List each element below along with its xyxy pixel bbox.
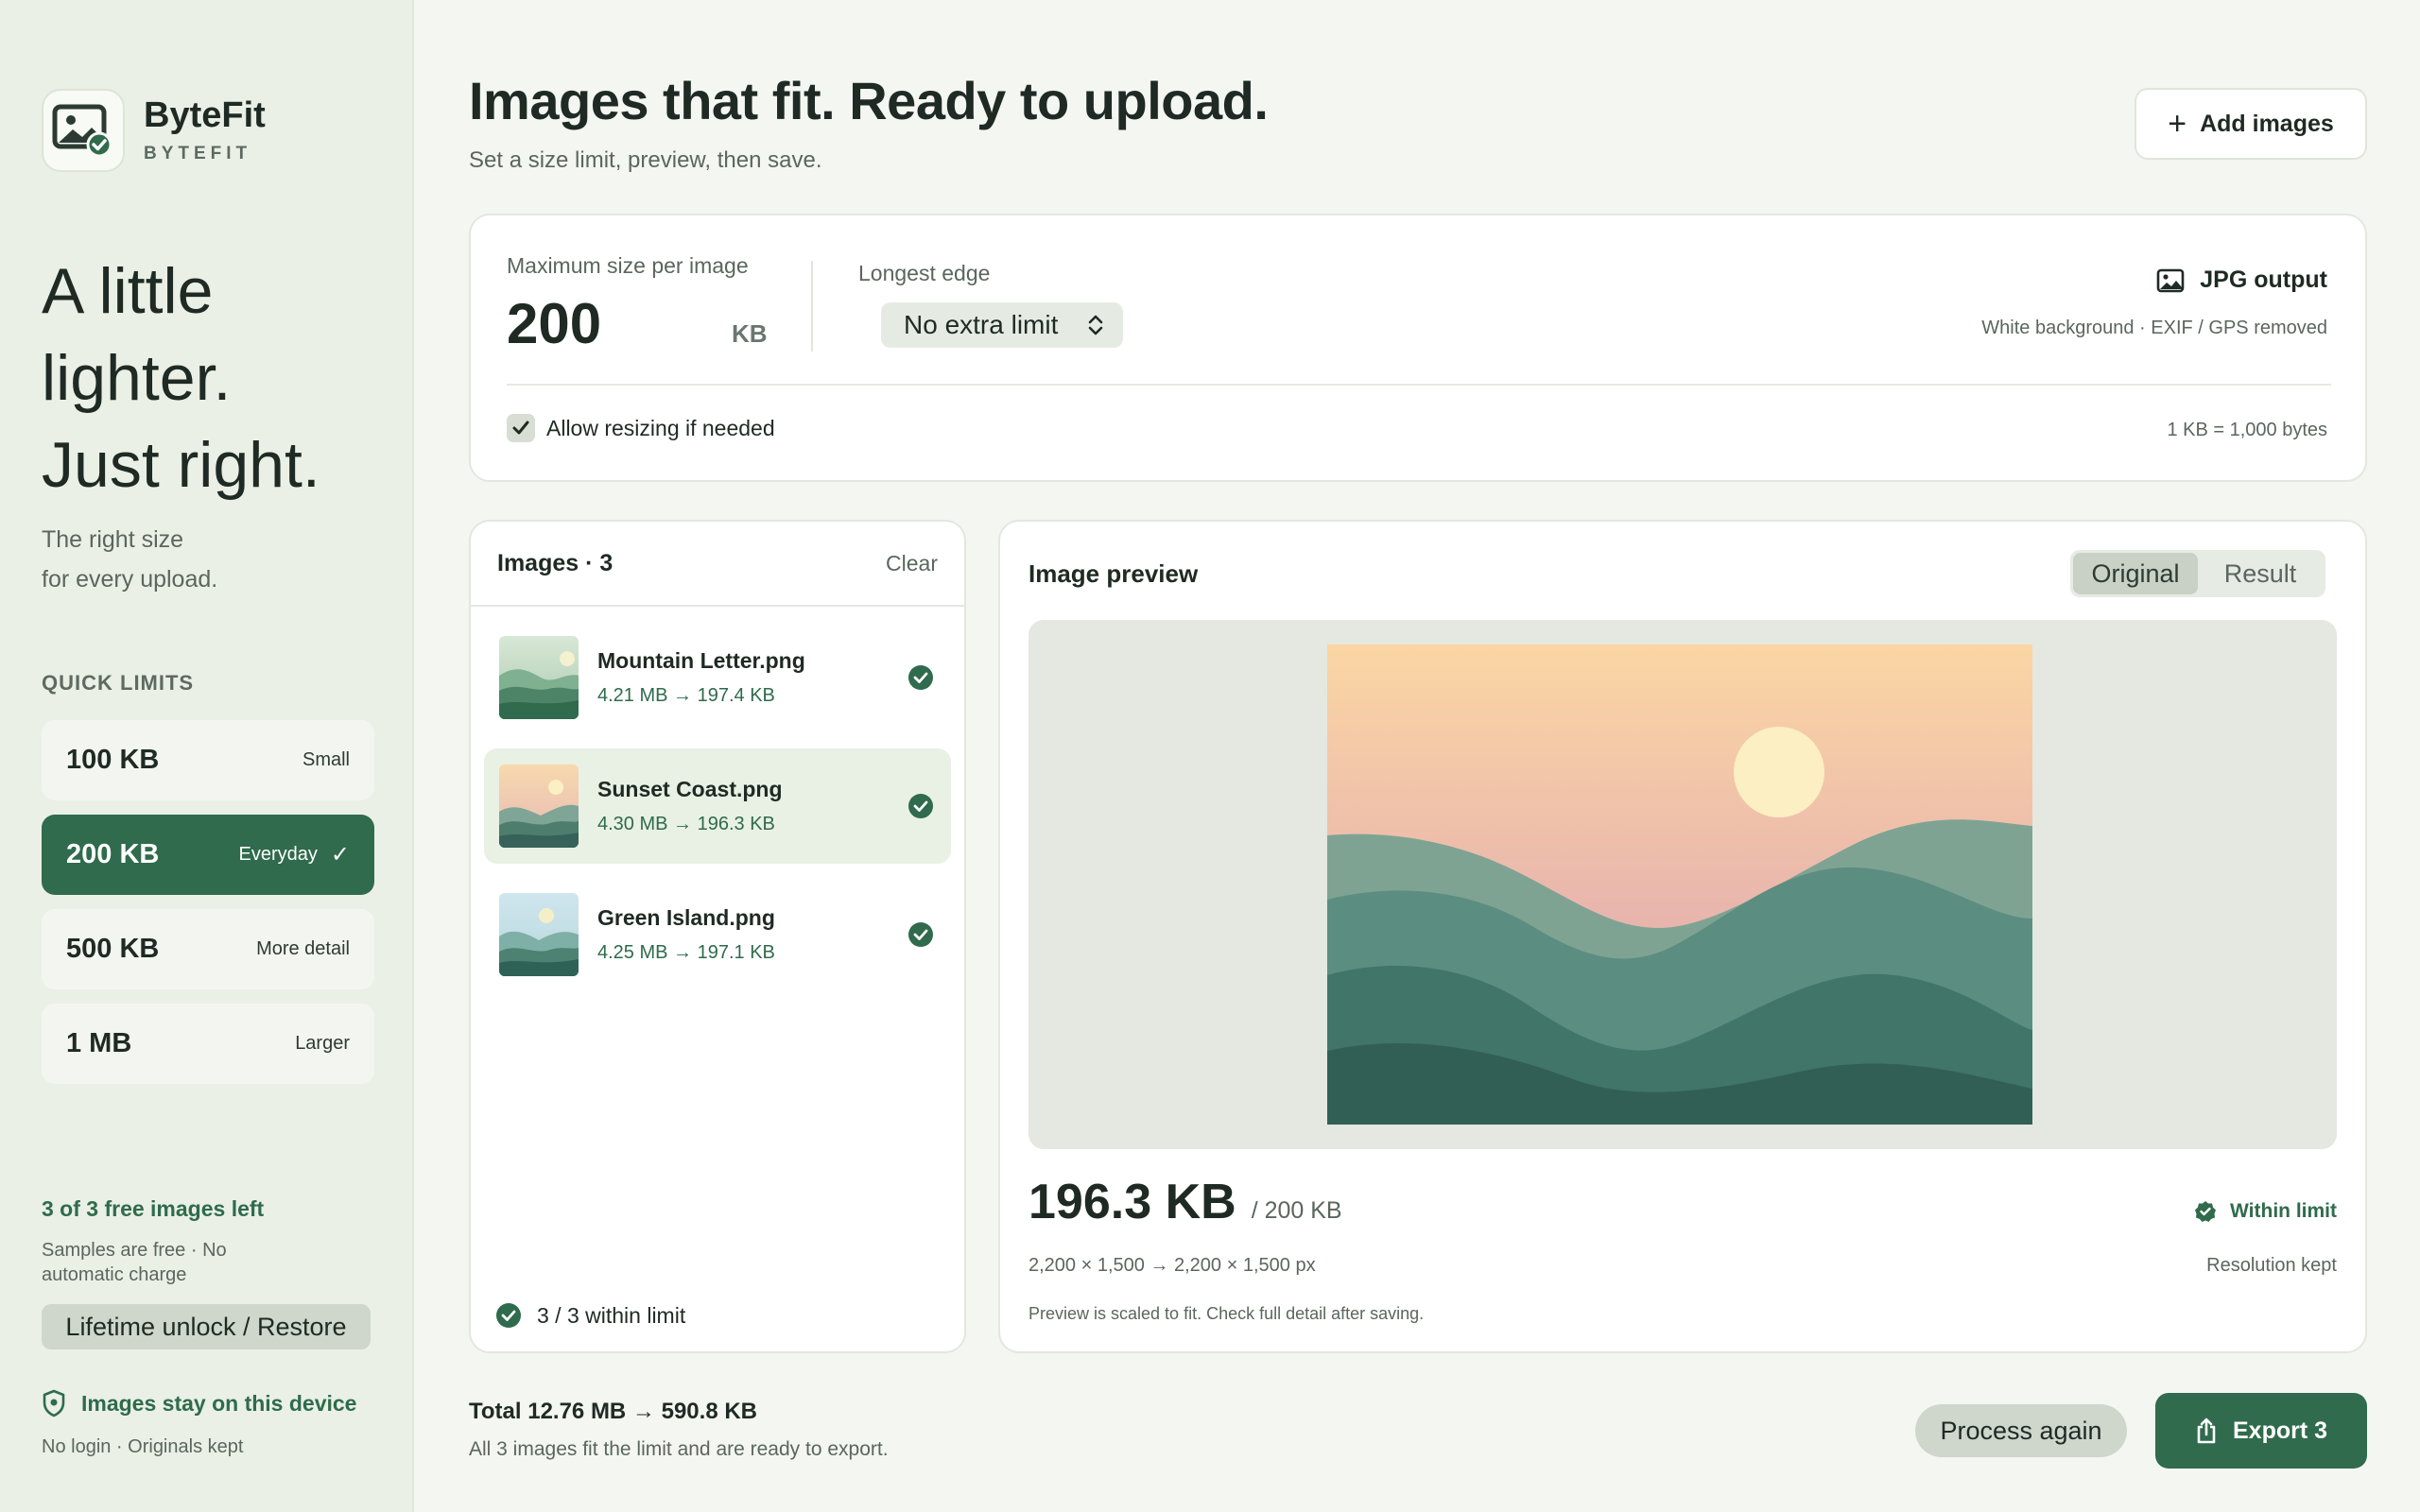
export-label: Export 3 (2232, 1417, 2328, 1444)
divider (507, 384, 2331, 386)
app-name: ByteFit (144, 95, 266, 136)
quick-limit-tag: Everyday (238, 844, 318, 865)
longest-edge-select[interactable]: No extra limit (881, 302, 1123, 348)
kb-definition-note: 1 KB = 1,000 bytes (2167, 420, 2327, 440)
check-circle-icon (908, 665, 933, 690)
privacy-subnote: No login · Originals kept (42, 1436, 244, 1457)
image-file-sizes: 4.21 MB → 197.4 KB (597, 685, 775, 706)
export-button[interactable]: Export 3 (2155, 1393, 2367, 1469)
quick-limit-size: 200 KB (66, 839, 160, 869)
image-icon (2156, 268, 2185, 292)
tab-original[interactable]: Original (2073, 553, 2198, 594)
app-subtitle: BYTEFIT (144, 143, 252, 163)
image-thumbnail (499, 636, 579, 719)
output-format-note: White background · EXIF / GPS removed (1981, 318, 2327, 338)
checkmark-icon: ✓ (330, 842, 350, 868)
image-thumbnail (499, 893, 579, 976)
privacy-note: Images stay on this device (42, 1389, 356, 1418)
output-format: JPG output (2156, 266, 2327, 294)
lifetime-unlock-button[interactable]: Lifetime unlock / Restore (42, 1304, 371, 1349)
page-title: Images that fit. Ready to upload. (469, 71, 1269, 130)
settings-card: Maximum size per image 200 KB Longest ed… (469, 214, 2367, 482)
image-file-name: Mountain Letter.png (597, 648, 805, 673)
image-file-sizes: 4.30 MB → 196.3 KB (597, 814, 775, 834)
preview-panel: Image preview Original Result 196.3 KB /… (998, 520, 2367, 1353)
image-thumbnail (499, 765, 579, 848)
tab-result[interactable]: Result (2198, 553, 2323, 594)
total-size: Total 12.76 MB → 590.8 KB (469, 1399, 757, 1424)
plus-icon: + (2168, 106, 2187, 142)
max-size-unit: KB (732, 319, 768, 348)
output-format-label: JPG output (2200, 266, 2327, 293)
allow-resizing-checkbox[interactable]: Allow resizing if needed (507, 414, 775, 442)
preview-canvas (1028, 620, 2337, 1149)
resolution-status: Resolution kept (2206, 1255, 2337, 1276)
process-again-button[interactable]: Process again (1915, 1404, 2127, 1457)
image-file-name: Sunset Coast.png (597, 777, 783, 801)
images-panel-header: Images · 3 Clear (471, 522, 964, 607)
check-circle-icon (908, 922, 933, 947)
quick-limit-1mb[interactable]: 1 MB Larger (42, 1004, 374, 1084)
quick-limit-size: 500 KB (66, 934, 160, 964)
total-size-note: All 3 images fit the limit and are ready… (469, 1438, 889, 1460)
free-images-left: 3 of 3 free images left (42, 1196, 265, 1221)
image-file-name: Green Island.png (597, 905, 775, 930)
add-images-button[interactable]: + Add images (2135, 88, 2367, 160)
preview-title: Image preview (1028, 559, 1199, 588)
quick-limits-list: 100 KB Small 200 KB Everyday ✓ 500 KB Mor… (42, 720, 374, 1098)
sidebar: ByteFit BYTEFIT A little lighter. Just r… (0, 0, 414, 1512)
image-list-item[interactable]: Mountain Letter.png 4.21 MB → 197.4 KB (484, 620, 951, 735)
quick-limit-100kb[interactable]: 100 KB Small (42, 720, 374, 800)
privacy-label: Images stay on this device (81, 1390, 357, 1416)
check-circle-icon (908, 794, 933, 818)
image-list-item[interactable]: Green Island.png 4.25 MB → 197.1 KB (484, 877, 951, 992)
longest-edge-label: Longest edge (858, 261, 991, 285)
max-size-input[interactable]: 200 (507, 291, 601, 356)
result-size-value: 196.3 KB (1028, 1175, 1236, 1229)
limit-status: Within limit (2194, 1200, 2337, 1223)
sidebar-headline: A little lighter. Just right. (42, 255, 320, 501)
check-badge-icon (2195, 1201, 2217, 1222)
divider (811, 261, 813, 352)
quick-limit-tag: More detail (256, 938, 350, 959)
quick-limit-size: 100 KB (66, 745, 160, 775)
image-list: Mountain Letter.png 4.21 MB → 197.4 KB S… (471, 607, 964, 992)
shield-icon (43, 1389, 65, 1418)
share-icon (2197, 1418, 2216, 1444)
longest-edge-value: No extra limit (904, 310, 1059, 339)
free-images-note: Samples are free · No automatic charge (42, 1240, 227, 1285)
image-dimensions: 2,200 × 1,500 → 2,200 × 1,500 px (1028, 1255, 1316, 1276)
within-limit-text: 3 / 3 within limit (537, 1302, 686, 1328)
updown-chevron-icon (1088, 315, 1103, 335)
check-circle-icon (496, 1303, 521, 1328)
image-list-item-selected[interactable]: Sunset Coast.png 4.30 MB → 196.3 KB (484, 748, 951, 864)
images-panel: Images · 3 Clear Mountain Letter.png 4.2… (469, 520, 966, 1353)
preview-scale-note: Preview is scaled to fit. Check full det… (1028, 1304, 1425, 1323)
brand: ByteFit BYTEFIT (42, 89, 266, 172)
preview-image (1327, 644, 2032, 1125)
clear-button[interactable]: Clear (886, 551, 938, 576)
result-size: 196.3 KB / 200 KB (1028, 1174, 1342, 1230)
checkbox-checked-icon (507, 414, 535, 442)
limit-status-label: Within limit (2230, 1200, 2337, 1222)
quick-limit-500kb[interactable]: 500 KB More detail (42, 909, 374, 989)
sidebar-subline: The right size for every upload. (42, 526, 218, 593)
quick-limits-label: QUICK LIMITS (42, 671, 195, 695)
allow-resizing-label: Allow resizing if needed (546, 415, 775, 440)
quick-limit-tag: Larger (295, 1033, 350, 1054)
quick-limit-tag: Small (302, 749, 350, 770)
page-subtitle: Set a size limit, preview, then save. (469, 147, 822, 173)
quick-limit-200kb[interactable]: 200 KB Everyday ✓ (42, 815, 374, 895)
preview-toggle: Original Result (2070, 550, 2325, 597)
app-logo-icon (42, 89, 125, 172)
max-size-label: Maximum size per image (507, 253, 749, 278)
quick-limit-size: 1 MB (66, 1028, 132, 1058)
result-size-limit: / 200 KB (1251, 1197, 1342, 1224)
within-limit-summary: 3 / 3 within limit (495, 1302, 685, 1329)
images-panel-title: Images · 3 (497, 549, 614, 576)
add-images-label: Add images (2200, 110, 2334, 137)
image-file-sizes: 4.25 MB → 197.1 KB (597, 942, 775, 963)
